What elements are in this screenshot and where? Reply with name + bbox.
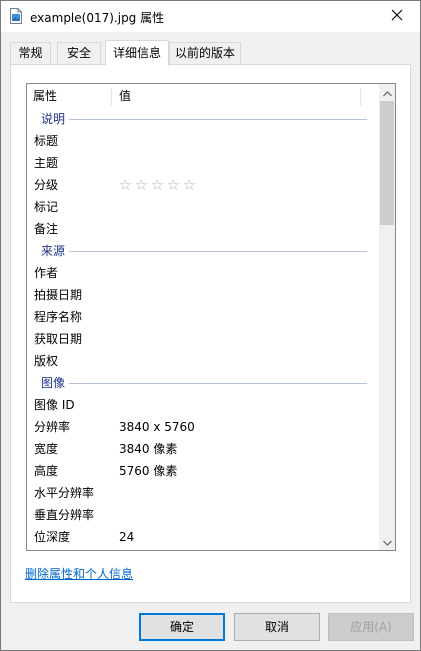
star-outline-icon[interactable]: ☆	[182, 174, 197, 196]
property-row[interactable]: 版权	[27, 350, 379, 372]
star-outline-icon[interactable]: ☆	[150, 174, 165, 196]
property-value: 5760 像素	[119, 464, 178, 478]
scroll-down-button[interactable]	[379, 533, 395, 550]
close-icon	[391, 9, 403, 24]
group-divider	[69, 119, 367, 120]
scrollbar-thumb[interactable]	[380, 101, 394, 225]
group-label: 图像	[41, 376, 66, 390]
group-label: 来源	[41, 244, 66, 258]
property-row[interactable]: 高度 5760 像素	[27, 460, 379, 482]
property-row[interactable]: 拍摄日期	[27, 284, 379, 306]
chevron-down-icon	[382, 535, 392, 549]
remove-properties-link[interactable]: 删除属性和个人信息	[25, 565, 133, 582]
group-header-image: 图像	[27, 372, 379, 394]
property-key: 主题	[34, 156, 59, 170]
property-key: 水平分辨率	[34, 486, 95, 500]
property-row[interactable]: 水平分辨率	[27, 482, 379, 504]
tab-details[interactable]: 详细信息	[105, 40, 169, 66]
property-value: 3840 像素	[119, 442, 178, 456]
property-row[interactable]: 标记	[27, 196, 379, 218]
tab-previous-versions[interactable]: 以前的版本	[169, 42, 241, 64]
column-divider[interactable]	[111, 88, 112, 106]
group-header-origin: 来源	[27, 240, 379, 262]
property-rows: 说明 标题 主题 分级 ☆ ☆ ☆ ☆ ☆ 标记 备注 来源 作者 拍摄日期 程…	[27, 108, 379, 548]
property-key: 标题	[34, 134, 59, 148]
image-file-icon	[10, 8, 22, 24]
tab-general[interactable]: 常规	[10, 42, 51, 64]
column-header-property[interactable]: 属性	[27, 84, 57, 108]
cancel-button[interactable]: 取消	[234, 613, 320, 641]
property-key: 标记	[34, 200, 59, 214]
property-key: 位深度	[34, 530, 71, 544]
rating-stars[interactable]: ☆ ☆ ☆ ☆ ☆	[118, 174, 197, 196]
property-key: 备注	[34, 222, 59, 236]
group-label: 说明	[41, 112, 66, 126]
property-row[interactable]: 宽度 3840 像素	[27, 438, 379, 460]
details-list[interactable]: 属性 值 说明 标题 主题 分级 ☆ ☆ ☆ ☆ ☆ 标记 备注 来源 作者 拍…	[26, 83, 396, 551]
property-row[interactable]: 图像 ID	[27, 394, 379, 416]
property-row[interactable]: 程序名称	[27, 306, 379, 328]
ok-button[interactable]: 确定	[139, 613, 225, 641]
property-row[interactable]: 主题	[27, 152, 379, 174]
property-row-rating[interactable]: 分级 ☆ ☆ ☆ ☆ ☆	[27, 174, 379, 196]
title-bar: example(017).jpg 属性	[1, 1, 420, 32]
property-row[interactable]: 获取日期	[27, 328, 379, 350]
property-row[interactable]: 位深度 24	[27, 526, 379, 548]
group-divider	[69, 383, 367, 384]
close-button[interactable]	[374, 1, 420, 32]
property-key: 拍摄日期	[34, 288, 83, 302]
tab-strip: 常规 安全 详细信息 以前的版本	[10, 40, 410, 66]
property-value: 24	[119, 530, 135, 544]
property-key: 分辨率	[34, 420, 71, 434]
tab-security[interactable]: 安全	[57, 42, 101, 64]
property-key: 宽度	[34, 442, 59, 456]
column-header-value[interactable]: 值	[113, 84, 131, 108]
property-key: 高度	[34, 464, 59, 478]
list-header: 属性 值	[27, 84, 379, 108]
property-row[interactable]: 分辨率 3840 x 5760	[27, 416, 379, 438]
property-key: 程序名称	[34, 310, 83, 324]
property-row[interactable]: 垂直分辨率	[27, 504, 379, 526]
property-key: 获取日期	[34, 332, 83, 346]
group-header-description: 说明	[27, 108, 379, 130]
apply-button[interactable]: 应用(A)	[328, 613, 414, 641]
column-divider[interactable]	[360, 88, 361, 106]
property-row[interactable]: 标题	[27, 130, 379, 152]
property-key: 分级	[34, 178, 59, 192]
property-key: 版权	[34, 354, 59, 368]
properties-window: example(017).jpg 属性 常规 安全 详细信息 以前的版本 属性 …	[0, 0, 421, 651]
details-panel: 属性 值 说明 标题 主题 分级 ☆ ☆ ☆ ☆ ☆ 标记 备注 来源 作者 拍…	[10, 64, 411, 603]
property-row[interactable]: 备注	[27, 218, 379, 240]
star-outline-icon[interactable]: ☆	[134, 174, 149, 196]
property-key: 作者	[34, 266, 59, 280]
star-outline-icon[interactable]: ☆	[166, 174, 181, 196]
vertical-scrollbar[interactable]	[379, 84, 395, 550]
chevron-up-icon	[382, 86, 392, 100]
property-value: 3840 x 5760	[119, 420, 195, 434]
window-title: example(017).jpg 属性	[30, 11, 165, 25]
property-key: 图像 ID	[34, 398, 75, 412]
scroll-up-button[interactable]	[379, 84, 395, 101]
property-key: 垂直分辨率	[34, 508, 95, 522]
property-row[interactable]: 作者	[27, 262, 379, 284]
group-divider	[69, 251, 367, 252]
star-outline-icon[interactable]: ☆	[118, 174, 133, 196]
